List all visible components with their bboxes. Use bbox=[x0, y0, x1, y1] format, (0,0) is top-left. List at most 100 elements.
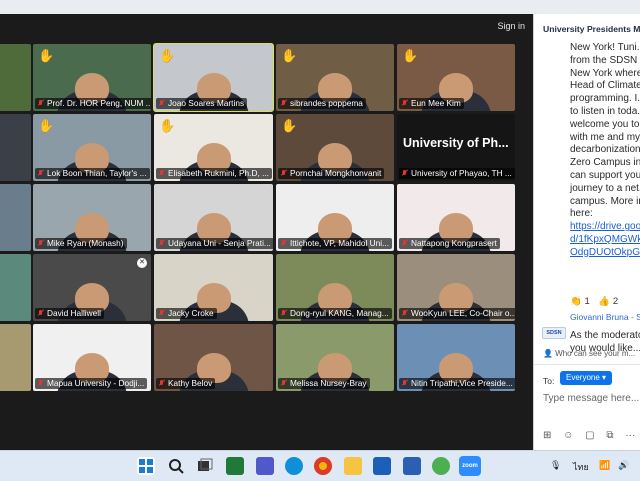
message-reactions: 👏 1 👍 2 bbox=[570, 296, 624, 307]
participant-name-text: Elisabeth Rukmini, Ph.D, ... bbox=[168, 168, 269, 178]
wifi-icon[interactable]: 📶 bbox=[599, 460, 610, 471]
chat-link[interactable]: OdgDUOtOkpG... bbox=[570, 247, 640, 260]
raised-hand-icon: ✋ bbox=[402, 48, 419, 63]
raised-hand-icon: ✋ bbox=[281, 48, 298, 63]
chat-message-line: decarbonization... bbox=[570, 144, 640, 156]
zoom-app-icon[interactable]: zoom bbox=[459, 456, 481, 476]
chat-message-line: welcome you to... bbox=[570, 118, 640, 130]
chat-message-line: New York where... bbox=[570, 67, 640, 79]
tile-option-icon[interactable]: ✕ bbox=[137, 258, 147, 268]
task-view-icon[interactable] bbox=[196, 457, 214, 475]
windows-taskbar: zoom 🎙 ไทย 📶 🔊 bbox=[0, 450, 640, 481]
raised-hand-icon: ✋ bbox=[159, 118, 176, 133]
muted-mic-icon bbox=[402, 240, 407, 247]
muted-mic-icon bbox=[281, 100, 286, 107]
video-tile[interactable]: Mapua University - Dodji... bbox=[33, 324, 151, 391]
chat-message-line: to listen in toda... bbox=[570, 105, 640, 117]
chat-link[interactable]: https://drive.goo... bbox=[570, 221, 640, 234]
muted-mic-icon bbox=[38, 380, 43, 387]
video-tile[interactable]: Udayana... bbox=[0, 114, 31, 181]
raised-hand-icon: ✋ bbox=[281, 118, 298, 133]
file-icon[interactable]: ▢ bbox=[585, 430, 594, 441]
windows-start-icon[interactable] bbox=[137, 457, 155, 475]
screenshot-icon[interactable]: ⧉ bbox=[606, 430, 613, 441]
video-tile[interactable]: Kathy Belov bbox=[154, 324, 273, 391]
participant-name: WooKyun LEE, Co-Chair o... bbox=[399, 308, 515, 319]
chat-link[interactable]: d/1fKpxQMGWk... bbox=[570, 234, 640, 247]
chat-message-line: Head of Climate... bbox=[570, 80, 640, 92]
video-tile[interactable]: ✋ Prof. Dr. HOR Peng, NUM ... bbox=[33, 44, 151, 111]
thumbs-up-reaction[interactable]: 👍 2 bbox=[598, 296, 618, 307]
participant-name-text: Nattapong Kongprasert bbox=[411, 238, 497, 248]
muted-mic-icon bbox=[159, 310, 164, 317]
chrome-icon[interactable] bbox=[314, 457, 332, 475]
video-background bbox=[0, 114, 31, 181]
word-icon[interactable] bbox=[403, 457, 421, 475]
teams-icon[interactable] bbox=[256, 457, 274, 475]
emoji-icon[interactable]: ☺ bbox=[563, 430, 573, 441]
video-tile[interactable]: ✋ Elisabeth Rukmini, Ph.D, ... bbox=[154, 114, 273, 181]
muted-mic-icon bbox=[38, 240, 43, 247]
participant-name-text: Mapua University - Dodji... bbox=[47, 378, 145, 388]
video-tile[interactable]: Udayana Uni - Senja Prati... bbox=[154, 184, 273, 251]
video-tile[interactable]: ... bbox=[0, 254, 31, 321]
video-tile[interactable]: Dong-ryul KANG, Manag... bbox=[276, 254, 394, 321]
participant-name: Mike Ryan (Monash) bbox=[35, 238, 127, 249]
participant-name-text: Lok Boon Thian, Taylor's ... bbox=[47, 168, 147, 178]
video-tile[interactable]: Ittichote, VP, Mahidol Uni... bbox=[276, 184, 394, 251]
video-tile[interactable]: Nitin Tripathi,Vice Preside... bbox=[397, 324, 515, 391]
divider bbox=[534, 364, 640, 365]
video-tile[interactable]: ✋ Lok Boon Thian, Taylor's ... bbox=[33, 114, 151, 181]
participant-name-text: Mike Ryan (Monash) bbox=[47, 238, 124, 248]
line-app-icon[interactable] bbox=[432, 457, 450, 475]
to-label: To: bbox=[543, 376, 555, 386]
video-tile[interactable]: ✋ Eun Mee Kim bbox=[397, 44, 515, 111]
raised-hand-icon: ✋ bbox=[38, 48, 55, 63]
video-tile[interactable]: Jacky Croke bbox=[154, 254, 273, 321]
who-can-see-notice[interactable]: 👤 Who can see your m... bbox=[543, 349, 635, 358]
more-icon[interactable]: ··· bbox=[625, 430, 635, 441]
participant-name-text: Melissa Nursey-Bray bbox=[290, 378, 367, 388]
store-icon[interactable] bbox=[373, 457, 391, 475]
participant-name: Ittichote, VP, Mahidol Uni... bbox=[278, 238, 392, 249]
microphone-tray-icon[interactable]: 🎙 bbox=[550, 460, 561, 471]
top-strip bbox=[0, 0, 640, 14]
video-tile[interactable]: ...RC, M... bbox=[0, 184, 31, 251]
clap-reaction[interactable]: 👏 1 bbox=[570, 296, 590, 307]
chat-message-line: here: bbox=[570, 208, 593, 220]
search-icon[interactable] bbox=[167, 457, 185, 475]
participant-name-text: WooKyun LEE, Co-Chair o... bbox=[411, 308, 515, 318]
participant-name: Melissa Nursey-Bray bbox=[278, 378, 370, 389]
language-indicator[interactable]: ไทย bbox=[573, 460, 589, 474]
chat-panel-title: University Presidents M... bbox=[543, 24, 640, 34]
chat-message-line: journey to a net... bbox=[570, 182, 640, 194]
edge-icon[interactable] bbox=[285, 457, 303, 475]
video-tile[interactable]: WooKyun LEE, Co-Chair o... bbox=[397, 254, 515, 321]
chat-message-line: from the SDSN S... bbox=[570, 54, 640, 66]
video-tile[interactable]: Mike Ryan (Monash) bbox=[33, 184, 151, 251]
participant-banner-text: University of Ph... bbox=[403, 136, 509, 150]
recipient-dropdown[interactable]: Everyone ▾ bbox=[560, 371, 613, 385]
video-tile[interactable]: Melissa Nursey-Bray bbox=[276, 324, 394, 391]
video-tile[interactable]: Nattapong Kongprasert bbox=[397, 184, 515, 251]
video-tile[interactable] bbox=[0, 324, 31, 391]
message-input[interactable] bbox=[543, 393, 639, 404]
video-tile[interactable]: ✋ sibrandes poppema bbox=[276, 44, 394, 111]
participant-name-text: Udayana Uni - Senja Prati... bbox=[168, 238, 271, 248]
muted-mic-icon bbox=[281, 310, 286, 317]
video-tile[interactable]: University of Ph... University of Phayao,… bbox=[397, 114, 515, 181]
chat-message-line: Zero Campus in... bbox=[570, 157, 640, 169]
chat-toolbar: ⊞ ☺ ▢ ⧉ ··· bbox=[543, 430, 640, 441]
participant-name: Prof. Dr. HOR Peng, NUM ... bbox=[35, 98, 151, 109]
excel-icon[interactable] bbox=[226, 457, 244, 475]
file-explorer-icon[interactable] bbox=[344, 457, 362, 475]
format-icon[interactable]: ⊞ bbox=[543, 430, 551, 441]
volume-icon[interactable]: 🔊 bbox=[618, 460, 629, 471]
video-tile[interactable]: ✋ Joao Soares Martins bbox=[153, 43, 274, 112]
participant-name: Jacky Croke bbox=[156, 308, 217, 319]
chat-message-line: campus. More in... bbox=[570, 195, 640, 207]
video-tile[interactable]: ✋ Pornchai Mongkhonvanit bbox=[276, 114, 394, 181]
sign-in-link[interactable]: Sign in bbox=[497, 21, 525, 31]
video-tile[interactable]: ✕ David Halliwell bbox=[33, 254, 151, 321]
video-tile[interactable]: kaya... bbox=[0, 44, 31, 111]
